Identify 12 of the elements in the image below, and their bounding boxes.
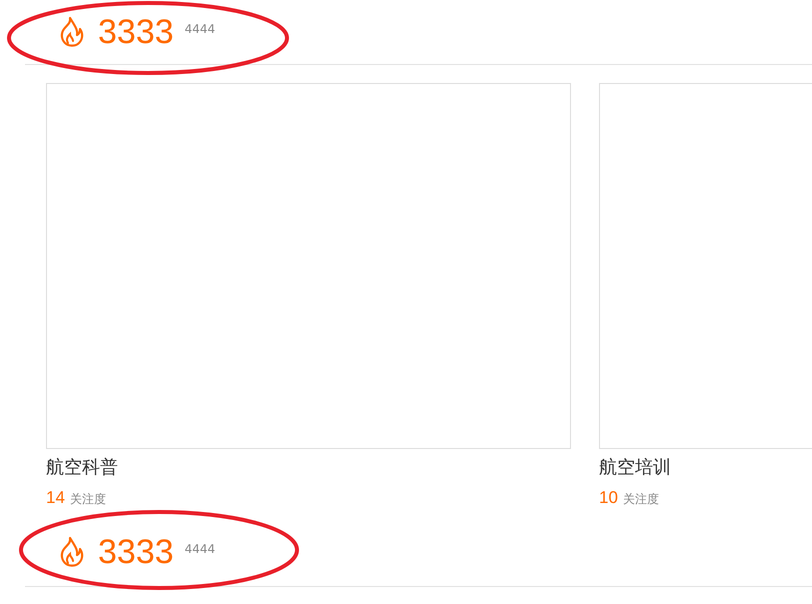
count-value: 3333 [98,535,174,569]
follow-label: 关注度 [70,491,106,508]
follow-count: 10 [599,487,618,509]
card-title: 航空培训 [599,456,672,480]
follow-count: 14 [46,487,65,509]
count-value: 3333 [98,15,174,49]
secondary-count: 4444 [184,21,216,38]
flame-icon [58,16,86,48]
card-title: 航空科普 [46,456,119,480]
follow-label: 关注度 [622,491,659,508]
secondary-count: 4444 [184,541,216,558]
flame-icon [58,536,86,568]
